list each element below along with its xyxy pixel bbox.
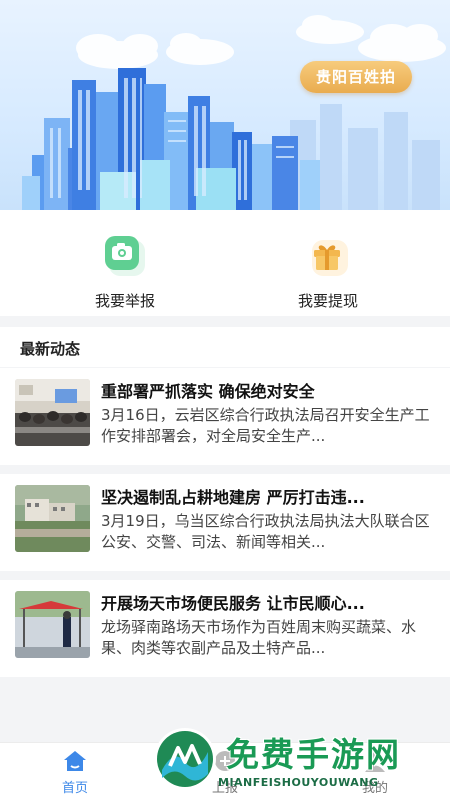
camera-icon (103, 234, 147, 278)
news-title: 坚决遏制乱占耕地建房 严厉打击违... (101, 488, 365, 507)
news-thumbnail (15, 591, 90, 658)
report-label: 我要举报 (94, 292, 155, 310)
news-desc: 3月19日，乌当区综合行政执法局执法大队联合区公安、交警、司法、新闻等相关... (101, 512, 430, 551)
news-thumbnail (15, 485, 90, 552)
news-title: 重部署严抓落实 确保绝对安全 (101, 382, 315, 401)
section-title: 最新动态 (20, 340, 81, 358)
news-thumbnail (15, 379, 90, 446)
news-item[interactable]: 开展场天市场便民服务 让市民顺心... 龙场驿南路场天市场作为百姓周末购买蔬菜、… (0, 580, 450, 677)
watermark-text: 免费手游网 (226, 735, 401, 774)
news-item[interactable]: 重部署严抓落实 确保绝对安全 3月16日，云岩区综合行政执法局召开安全生产工作安… (0, 368, 450, 465)
tab-home[interactable]: 首页 (35, 749, 115, 796)
gift-icon (306, 234, 350, 278)
action-panel: 我要举报 我要提现 (0, 210, 450, 316)
hero-tag: 贵阳百姓拍 (299, 61, 412, 93)
news-section-header: 最新动态 (0, 327, 450, 367)
watermark-subtext: MIANFEISHOUYOUWANG (218, 776, 379, 789)
news-desc: 3月16日，云岩区综合行政执法局召开安全生产工作安排部署会，对全局安全生产... (101, 406, 430, 445)
watermark: 免费手游网 MIANFEISHOUYOUWANG (152, 726, 442, 798)
news-title: 开展场天市场便民服务 让市民顺心... (101, 594, 365, 613)
report-button[interactable]: 我要举报 (55, 228, 195, 312)
withdraw-button[interactable]: 我要提现 (258, 228, 398, 312)
news-desc: 龙场驿南路场天市场作为百姓周末购买蔬菜、水果、肉类等农副产品及土特产品... (101, 618, 417, 657)
city-illustration (22, 15, 446, 210)
withdraw-label: 我要提现 (297, 292, 358, 310)
news-item[interactable]: 坚决遏制乱占耕地建房 严厉打击违... 3月19日，乌当区综合行政执法局执法大队… (0, 474, 450, 571)
hero-banner: 贵阳百姓拍 (0, 0, 450, 210)
tab-home-label: 首页 (61, 781, 88, 796)
watermark-logo-icon (152, 726, 218, 792)
home-icon (62, 749, 88, 773)
